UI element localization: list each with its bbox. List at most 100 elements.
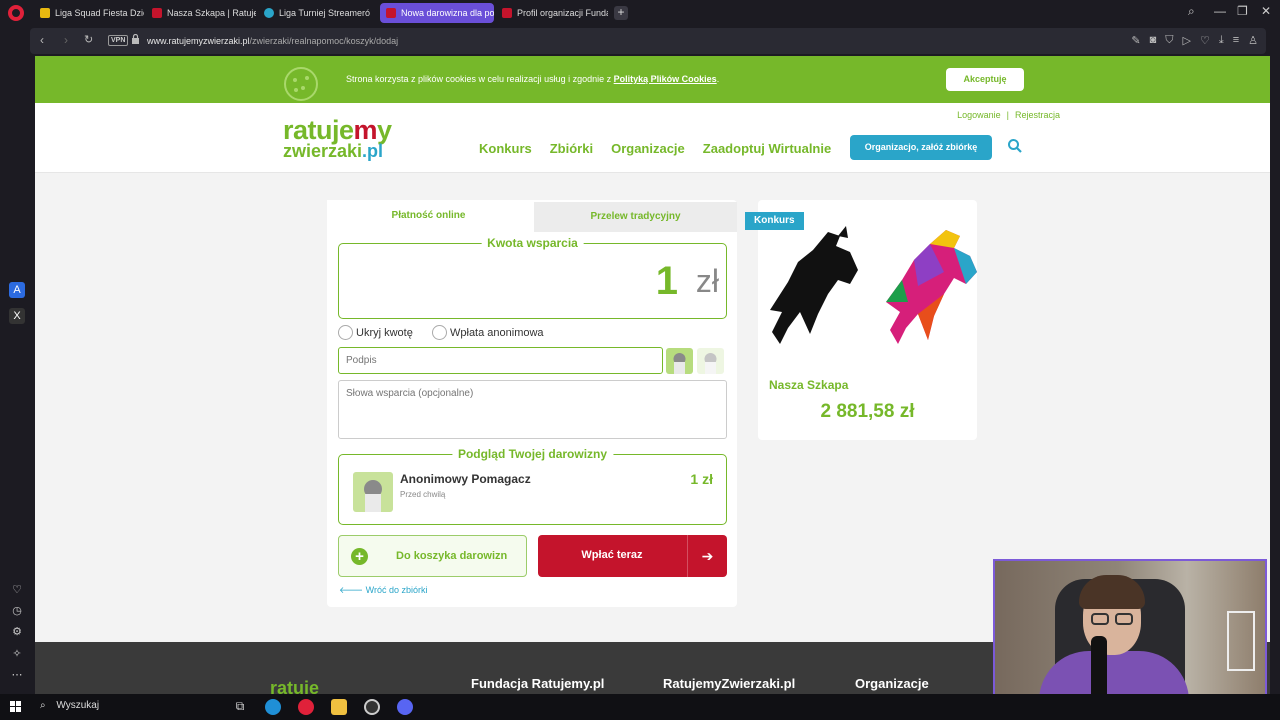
preview-name: Anonimowy Pomagacz	[400, 472, 531, 486]
taskbar-search[interactable]: ⌕ Wyszukaj	[40, 700, 99, 711]
tab-title: Nasza Szkapa | Ratujemy2	[167, 8, 256, 18]
edge-icon[interactable]	[265, 699, 281, 715]
more-icon[interactable]: ⋯	[9, 667, 25, 683]
browser-tab-strip: Liga Squad Fiesta Dzień 2 Nasza Szkapa |…	[0, 0, 1280, 26]
site-logo[interactable]: ratujemy zwierzaki.pl	[283, 115, 423, 161]
tab-bank-transfer[interactable]: Przelew tradycyjny	[534, 202, 737, 232]
amount-value[interactable]: 1	[656, 259, 678, 304]
x-twitter-icon[interactable]: X	[9, 308, 25, 324]
preview-amount: 1 zł	[690, 471, 713, 487]
preview-avatar	[353, 472, 393, 512]
logo-tld: .pl	[362, 141, 384, 161]
register-link[interactable]: Rejestracja	[1015, 110, 1060, 120]
search-icon[interactable]	[1007, 138, 1023, 154]
create-fundraiser-button[interactable]: Organizacjo, załóż zbiórkę	[850, 135, 992, 160]
url-path: /zwierzaki/realnapomoc/koszyk/dodaj	[249, 36, 399, 46]
tab-online-payment[interactable]: Płatność online	[327, 200, 530, 232]
play-icon[interactable]: ▷	[1182, 34, 1190, 47]
task-view-icon[interactable]: ⧉	[232, 699, 248, 715]
pay-now-label: Wpłać teraz	[581, 549, 643, 561]
obs-icon[interactable]	[364, 699, 380, 715]
footer-col-fundacja: Fundacja Ratujemy.pl	[471, 676, 605, 691]
search-tabs-icon[interactable]: ⌕	[1188, 4, 1195, 19]
aria-icon[interactable]: A	[9, 282, 25, 298]
tab-title: Profil organizacji Fundacj	[517, 8, 608, 18]
download-icon[interactable]: ⤓	[1219, 34, 1224, 47]
hide-amount-option[interactable]: Ukryj kwotę	[338, 325, 413, 340]
browser-tab-active[interactable]: Nowa darowizna dla potrz	[380, 3, 494, 23]
nav-konkurs[interactable]: Konkurs	[479, 141, 532, 156]
profile-icon[interactable]: ♙	[1248, 34, 1258, 47]
back-to-fundraiser-link[interactable]: 🡐 Wróć do zbiórki	[339, 585, 428, 596]
opera-icon[interactable]	[298, 699, 314, 715]
webcam-glasses	[1115, 613, 1133, 625]
cookie-policy-link[interactable]: Polityką Plików Cookies	[614, 74, 717, 84]
anonymous-option[interactable]: Wpłata anonimowa	[432, 325, 544, 340]
lightbulb-icon[interactable]: ✧	[9, 646, 25, 662]
cookie-message: Strona korzysta z plików cookies w celu …	[346, 74, 612, 84]
browser-tab[interactable]: Liga Squad Fiesta Dzień 2	[34, 3, 144, 23]
heart-icon[interactable]: ♡	[9, 582, 25, 598]
url-domain: www.ratujemyzwierzaki.pl	[147, 36, 250, 46]
history-icon[interactable]: ◷	[9, 603, 25, 619]
preview-legend: Podgląd Twojej darowizny	[451, 447, 614, 461]
radio-button[interactable]	[432, 325, 447, 340]
discord-icon[interactable]	[397, 699, 413, 715]
contest-card[interactable]: Konkurs Nasza Szkapa 2 881,58 zł	[745, 200, 977, 440]
settings-gear-icon[interactable]: ⚙	[9, 624, 25, 640]
account-links: Logowanie | Rejestracja	[957, 110, 1060, 120]
add-to-cart-button[interactable]: + Do koszyka darowizn	[338, 535, 527, 577]
shield-icon[interactable]: ⛉	[1165, 34, 1173, 47]
back-icon[interactable]: ‹	[40, 33, 44, 47]
url-text[interactable]: www.ratujemyzwierzaki.pl/zwierzaki/realn…	[147, 36, 398, 46]
camera-icon[interactable]: ◙	[1150, 34, 1157, 47]
tab-title: Liga Squad Fiesta Dzień 2	[55, 8, 144, 18]
edit-icon[interactable]: ✎	[1131, 34, 1140, 47]
accept-cookies-button[interactable]: Akceptuję	[946, 68, 1024, 91]
amount-legend: Kwota wsparcia	[481, 236, 584, 250]
minimize-icon[interactable]: —	[1214, 4, 1226, 18]
new-tab-plus-icon[interactable]: +	[614, 6, 628, 20]
tab-title: Nowa darowizna dla potrz	[401, 8, 494, 18]
lock-icon	[132, 34, 139, 44]
contest-name[interactable]: Nasza Szkapa	[769, 378, 848, 392]
avatar-option-green[interactable]	[666, 348, 693, 374]
site-header: ratujemy zwierzaki.pl Logowanie | Rejestra…	[35, 103, 1270, 173]
footer-logo[interactable]: ratuje	[270, 678, 319, 694]
heart-icon[interactable]: ♡	[1200, 34, 1210, 47]
browser-tab[interactable]: Profil organizacji Fundacj	[496, 3, 608, 23]
nav-organizacje[interactable]: Organizacje	[611, 141, 685, 156]
arrow-left-icon: 🡐	[339, 585, 364, 595]
opera-logo-icon[interactable]	[8, 5, 24, 21]
browser-tab[interactable]: Nasza Szkapa | Ratujemy2	[146, 3, 256, 23]
reload-icon[interactable]: ↻	[84, 33, 93, 46]
nav-zbiorki[interactable]: Zbiórki	[550, 141, 593, 156]
footer-logo-text: ratuje	[270, 678, 320, 694]
support-words-textarea[interactable]	[338, 380, 727, 439]
avatar-silhouette-icon	[673, 353, 686, 374]
amount-currency: zł	[695, 263, 719, 299]
pay-now-button[interactable]: Wpłać teraz ➔	[538, 535, 727, 577]
close-icon[interactable]: ✕	[1261, 4, 1271, 18]
donation-preview: Podgląd Twojej darowizny Anonimowy Pomag…	[338, 447, 727, 525]
signature-input[interactable]	[338, 347, 663, 374]
browser-tab[interactable]: Liga Turniej Streamerów C	[258, 3, 370, 23]
file-explorer-icon[interactable]	[331, 699, 347, 715]
avatar-silhouette-icon	[704, 353, 717, 374]
menu-icon[interactable]: ≡	[1233, 34, 1239, 47]
radio-button[interactable]	[338, 325, 353, 340]
amount-box[interactable]: Kwota wsparcia 1 zł	[338, 236, 727, 319]
vpn-badge[interactable]: VPN	[108, 35, 129, 46]
contest-badge: Konkurs	[745, 212, 804, 230]
webcam-shelf	[1227, 611, 1255, 671]
avatar-option-light[interactable]	[697, 348, 724, 374]
windows-start-icon[interactable]	[10, 701, 22, 713]
avatar-silhouette-icon	[364, 480, 382, 512]
anonymous-label: Wpłata anonimowa	[450, 326, 544, 339]
horses-image	[770, 226, 977, 344]
login-link[interactable]: Logowanie	[957, 110, 1001, 120]
restore-icon[interactable]: ❐	[1237, 4, 1248, 18]
address-bar[interactable]: ‹ › ↻ VPN www.ratujemyzwierzaki.pl/zwier…	[30, 28, 1266, 54]
nav-zaadoptuj[interactable]: Zaadoptuj Wirtualnie	[703, 141, 831, 156]
forward-icon[interactable]: ›	[64, 33, 68, 47]
